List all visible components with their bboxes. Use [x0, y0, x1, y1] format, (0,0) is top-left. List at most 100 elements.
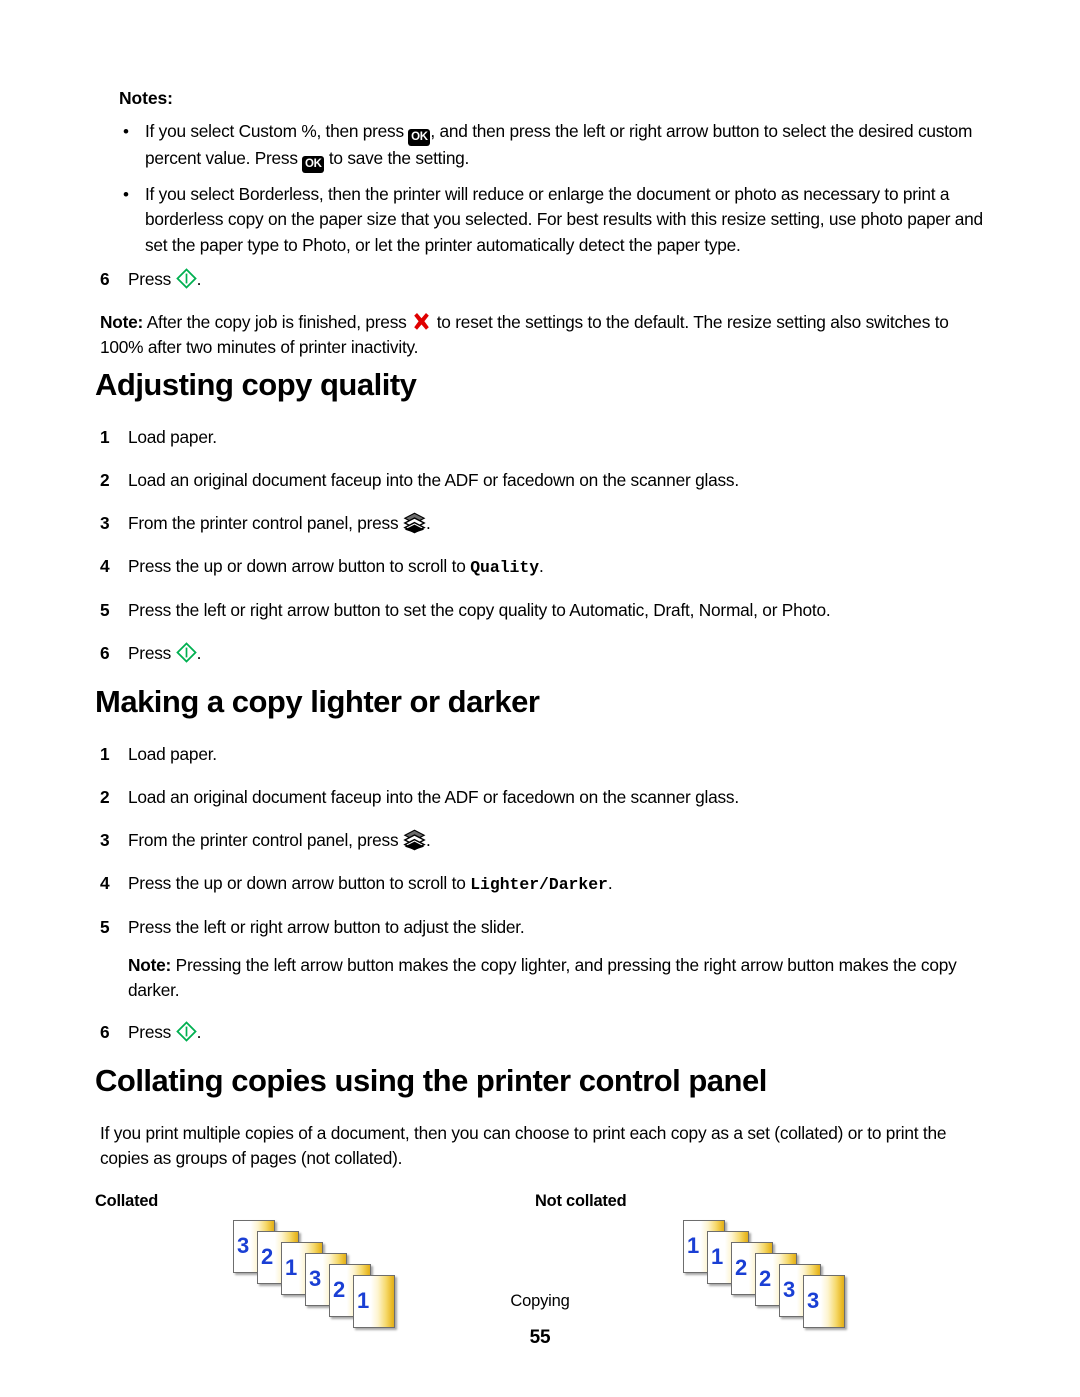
step-item: 6 Press . [95, 1020, 995, 1045]
notes-heading: Notes: [119, 88, 173, 108]
step-number: 4 [100, 555, 110, 576]
step-text-after: . [539, 555, 544, 576]
page-sheet-number: 3 [309, 1266, 322, 1292]
note-text: Pressing the left arrow button makes the… [128, 954, 957, 1001]
footer-page-number: 55 [529, 1327, 551, 1348]
step-text: Press the left or right arrow button to … [128, 599, 831, 620]
step-item: 3 From the printer control panel, press . [95, 511, 995, 536]
not-collated-label: Not collated [535, 1191, 627, 1210]
note-label: Note: [100, 311, 144, 332]
note-text-before: After the copy job is finished, press [143, 311, 412, 332]
page-footer: Copying 55 [0, 1292, 1080, 1349]
step-text-after: . [196, 268, 202, 289]
step-item: 5 Press the left or right arrow button to… [95, 598, 995, 623]
step-text-after: . [196, 1021, 202, 1042]
copy-button-icon [403, 512, 426, 534]
bullet-dot-icon: • [123, 122, 129, 141]
step-text-before: Press the up or down arrow button to scr… [128, 873, 471, 894]
step-text-after: . [425, 830, 431, 850]
step-item: 4 Press the up or down arrow button to sc… [95, 871, 995, 897]
step-number: 6 [100, 642, 110, 663]
step-number: 1 [100, 426, 110, 447]
step-text-before: From the printer control panel, press [128, 512, 403, 533]
page-sheet-number: 2 [735, 1255, 748, 1281]
page-title-making-copy-lighter-darker: Making a copy lighter or darker [95, 683, 540, 719]
step-text-before: Press the up or down arrow button to scr… [128, 555, 471, 576]
ok-button-icon: OK [302, 156, 325, 173]
step-item: 5 Press the left or right arrow button to… [95, 915, 995, 940]
step-number: 5 [100, 599, 110, 620]
step-text-after: . [425, 512, 431, 533]
step-text-after: . [607, 873, 613, 894]
start-button-icon [175, 267, 197, 289]
step-text: Load paper. [128, 743, 217, 764]
step-item: 6 Press . [95, 641, 995, 666]
resize-reset-note: Note: After the copy job is finished, pr… [100, 310, 995, 361]
step-text-after: . [196, 642, 202, 663]
step-number: 3 [100, 830, 110, 850]
step-number: 6 [100, 268, 110, 289]
lighter-darker-final-step-list: 6 Press . [95, 1020, 995, 1045]
note-bullet-item: • If you select Borderless, then the prin… [95, 182, 995, 258]
step-text-before: From the printer control panel, press [128, 830, 403, 850]
page-sheet: 1 [353, 1274, 395, 1328]
copy-button-icon [403, 829, 426, 851]
step-text-before: Press [128, 268, 176, 289]
step-number: 1 [100, 743, 110, 764]
step-text: Load an original document faceup into th… [128, 786, 739, 807]
step-item: 6 Press . [95, 267, 995, 292]
note-text-part1: If you select Custom %, then press [145, 121, 409, 141]
cancel-button-icon [411, 311, 432, 332]
page-sheet-number: 2 [261, 1244, 274, 1270]
menu-item-quality: Quality [470, 557, 540, 577]
step-number: 5 [100, 916, 110, 937]
page-sheet-number: 3 [807, 1288, 820, 1314]
step-item: 2 Load an original document faceup into t… [95, 785, 995, 810]
page-sheet-number: 2 [333, 1277, 346, 1303]
step-text-before: Press [128, 1021, 176, 1042]
page-sheet-number: 1 [357, 1288, 370, 1314]
start-button-icon [175, 641, 197, 663]
step-item: 1 Load paper. [95, 425, 995, 450]
note-text-part3: to save the setting. [324, 148, 470, 168]
step-number: 2 [100, 786, 110, 807]
collated-label: Collated [95, 1191, 159, 1210]
notes-bullet-list: • If you select Custom %, then press OK, … [95, 119, 995, 258]
step-number: 3 [100, 512, 110, 533]
step-item: 2 Load an original document faceup into t… [95, 468, 995, 493]
step-number: 6 [100, 1021, 110, 1042]
start-button-icon [175, 1021, 197, 1042]
lighter-darker-note: Note: Pressing the left arrow button mak… [128, 953, 995, 1004]
step-item: 3 From the printer control panel, press . [95, 828, 995, 853]
menu-item-lighter-darker: Lighter/Darker [470, 875, 608, 895]
page-sheet-number: 2 [759, 1266, 772, 1292]
page-sheet: 3 [803, 1274, 845, 1328]
step-number: 4 [100, 873, 110, 894]
note-text: If you select Borderless, then the print… [145, 184, 983, 255]
page-sheet-number: 1 [711, 1244, 724, 1270]
page-content: Notes: • If you select Custom %, then pre… [95, 88, 995, 1328]
bullet-dot-icon: • [123, 185, 129, 204]
lighter-darker-steps: 1 Load paper. 2 Load an original document … [95, 742, 995, 940]
ok-button-icon: OK [408, 129, 431, 146]
page-sheet-number: 3 [783, 1277, 796, 1303]
note-bullet-item: • If you select Custom %, then press OK, … [95, 119, 995, 173]
document-page: Notes: • If you select Custom %, then pre… [0, 0, 1080, 1397]
step-item: 1 Load paper. [95, 742, 995, 767]
step-text: Press the left or right arrow button to … [128, 916, 525, 937]
collating-intro-paragraph: If you print multiple copies of a docume… [100, 1122, 947, 1169]
note-label: Note: [128, 954, 172, 975]
step-text: Load paper. [128, 426, 217, 447]
step-item: 4 Press the up or down arrow button to sc… [95, 554, 995, 580]
page-sheet-number: 1 [687, 1233, 700, 1259]
step-text: Load an original document faceup into th… [128, 469, 739, 490]
page-sheet-number: 1 [285, 1255, 298, 1281]
notes-final-step-list: 6 Press . [95, 267, 995, 292]
step-text-before: Press [128, 642, 176, 663]
copy-quality-steps: 1 Load paper. 2 Load an original document … [95, 425, 995, 666]
step-number: 2 [100, 469, 110, 490]
footer-chapter-name: Copying [510, 1292, 570, 1310]
page-title-adjusting-copy-quality: Adjusting copy quality [95, 366, 417, 402]
page-title-collating-copies: Collating copies using the printer contr… [95, 1062, 767, 1098]
page-sheet-number: 3 [237, 1233, 250, 1259]
